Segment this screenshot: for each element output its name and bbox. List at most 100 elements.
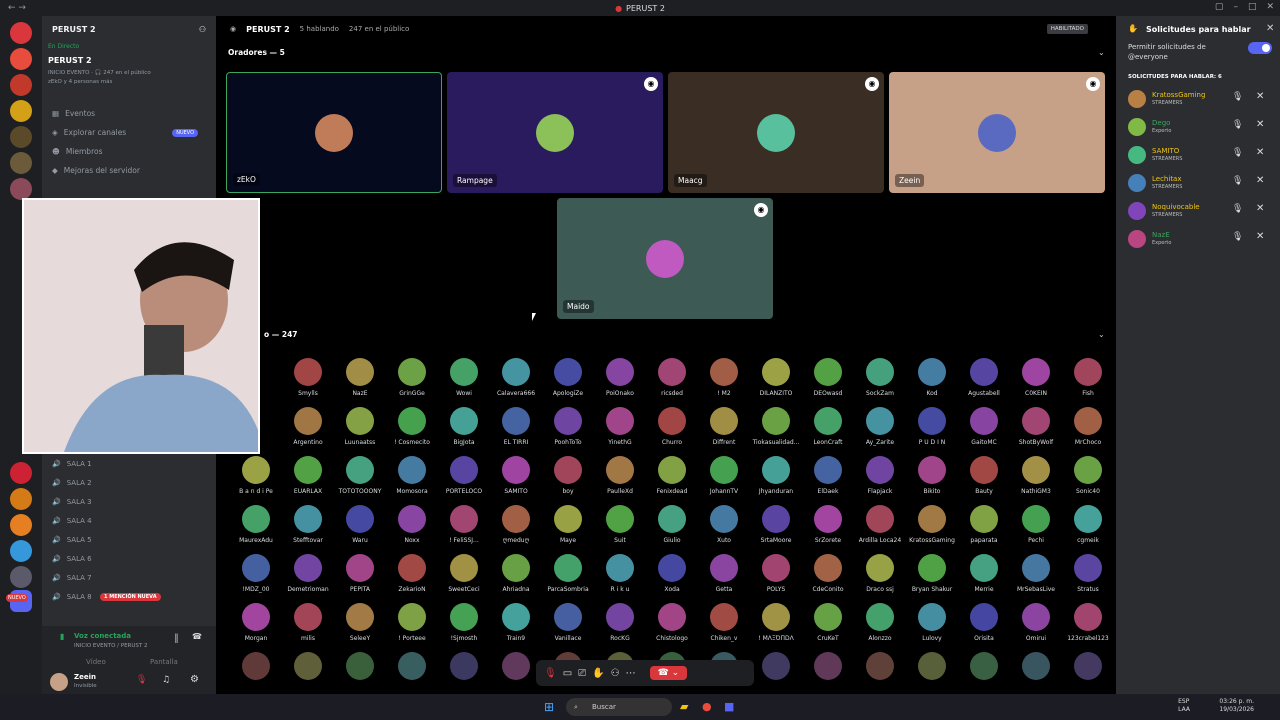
audience-member[interactable]: SAMITO (490, 456, 542, 495)
audience-member[interactable]: PoohToTo (542, 407, 594, 446)
dismiss-icon[interactable]: ✕ (1256, 147, 1264, 158)
screen-share-icon[interactable]: ⎚ (578, 668, 586, 679)
sala-channel[interactable]: 🔊 SALA 4 (52, 517, 92, 525)
invite-to-speak-icon[interactable]: 🎙 (1232, 120, 1243, 130)
settings-icon[interactable]: ⚙ (190, 674, 199, 685)
audience-member[interactable] (230, 652, 282, 680)
sala-channel[interactable]: 🔊 SALA 3 (52, 498, 92, 506)
dismiss-icon[interactable]: ✕ (1256, 203, 1264, 214)
mute-icon[interactable]: 🎙 (544, 668, 557, 679)
permit-toggle[interactable] (1248, 42, 1272, 54)
invite-to-speak-icon[interactable]: 🎙 (1232, 232, 1243, 242)
search-input[interactable]: ⌕ Buscar (566, 698, 672, 716)
dismiss-icon[interactable]: ✕ (1256, 91, 1264, 102)
audience-member[interactable]: Stefftovar (282, 505, 334, 544)
server-icon[interactable] (10, 488, 32, 510)
audience-member[interactable]: Train9 (490, 603, 542, 642)
audience-member[interactable]: Morgan (230, 603, 282, 642)
audience-member[interactable]: YinethG (594, 407, 646, 446)
sala-channel[interactable]: 🔊 SALA 2 (52, 479, 92, 487)
audience-member[interactable]: Chiken_v (698, 603, 750, 642)
audience-member[interactable]: Luunaatss (334, 407, 386, 446)
sala-channel[interactable]: 🔊 SALA 6 (52, 555, 92, 563)
audience-member[interactable]: Flapjack (854, 456, 906, 495)
server-icon[interactable] (10, 514, 32, 536)
server-icon[interactable] (10, 48, 32, 70)
sala-channel[interactable]: 🔊 SALA 7 (52, 574, 92, 582)
speaker-tile[interactable]: ◉ Zeein (889, 72, 1105, 193)
audience-member[interactable]: ღmeduღ (490, 505, 542, 544)
server-icon[interactable] (10, 74, 32, 96)
audience-member[interactable]: Smylls (282, 358, 334, 397)
folder-icon[interactable]: ▰ (680, 700, 688, 713)
audience-member[interactable]: DEOwasd (802, 358, 854, 397)
discord-icon[interactable]: ■ (724, 700, 734, 713)
server-header[interactable]: PERUST 2 ⚇ (42, 16, 216, 42)
audience-member[interactable]: Ahriadna (490, 554, 542, 593)
chevron-down-icon[interactable]: ⌄ (1098, 48, 1105, 57)
invite-to-speak-icon[interactable]: 🎙 (1232, 176, 1243, 186)
audience-member[interactable]: Argentino (282, 407, 334, 446)
audience-member[interactable]: cgmeik (1062, 505, 1114, 544)
close-icon[interactable]: ✕ (1266, 23, 1274, 34)
audience-member[interactable]: Wowi (438, 358, 490, 397)
audience-member[interactable] (958, 652, 1010, 680)
server-icon[interactable] (10, 462, 32, 484)
audience-member[interactable] (802, 652, 854, 680)
audience-member[interactable]: P U D Í N (906, 407, 958, 446)
dismiss-icon[interactable]: ✕ (1256, 175, 1264, 186)
audience-member[interactable]: NazE (334, 358, 386, 397)
audience-member[interactable]: MaurexAdu (230, 505, 282, 544)
menu-explore[interactable]: ◈ Explorar canales NUEVO (52, 128, 199, 137)
audience-member[interactable]: Draco ssj (854, 554, 906, 593)
audience-member[interactable]: milis (282, 603, 334, 642)
sala-channel[interactable]: 🔊 SALA 8 (52, 593, 92, 601)
audience-member[interactable]: Fish (1062, 358, 1114, 397)
audience-member[interactable]: !MDZ_00 (230, 554, 282, 593)
clock[interactable]: 03:26 p. m. 19/03/2026 (1219, 698, 1254, 714)
audience-member[interactable]: Kod (906, 358, 958, 397)
audience-member[interactable]: 123crabel123 (1062, 603, 1114, 642)
menu-boosts[interactable]: ◆ Mejoras del servidor (52, 166, 140, 175)
audience-member[interactable]: EL TIRRI (490, 407, 542, 446)
audience-member[interactable] (334, 652, 386, 680)
audience-member[interactable]: Waru (334, 505, 386, 544)
menu-events[interactable]: ▦ Eventos (52, 109, 95, 118)
audience-member[interactable]: Diffrent (698, 407, 750, 446)
audience-member[interactable]: Stratus (1062, 554, 1114, 593)
dismiss-icon[interactable]: ✕ (1256, 119, 1264, 130)
minimize-button[interactable]: – (1233, 2, 1238, 12)
speaker-tile[interactable]: ◉ Maido (557, 198, 773, 319)
dismiss-icon[interactable]: ✕ (1256, 231, 1264, 242)
audience-member[interactable]: Jhyanduran (750, 456, 802, 495)
maximize-button[interactable]: □ (1248, 2, 1257, 12)
audience-member[interactable]: RocKG (594, 603, 646, 642)
audience-member[interactable] (438, 652, 490, 680)
windows-icon[interactable]: ⊞ (544, 700, 554, 714)
audience-member[interactable] (854, 652, 906, 680)
server-icon[interactable] (10, 178, 32, 200)
audience-member[interactable]: CdeConito (802, 554, 854, 593)
audience-member[interactable]: SockZam (854, 358, 906, 397)
audience-member[interactable]: LeonCraft (802, 407, 854, 446)
audience-member[interactable]: GrinGGe (386, 358, 438, 397)
audience-member[interactable]: ! Porteee (386, 603, 438, 642)
speaker-tile[interactable]: ◉ Rampage (447, 72, 663, 193)
audience-member[interactable]: CruKeT (802, 603, 854, 642)
video-button[interactable]: Vídeo (86, 658, 106, 666)
audience-member[interactable]: Fenixdead (646, 456, 698, 495)
audience-member[interactable]: paparata (958, 505, 1010, 544)
audience-member[interactable]: Agustabell (958, 358, 1010, 397)
speaker-tile[interactable]: zEkO (226, 72, 442, 193)
audience-member[interactable]: Pechi (1010, 505, 1062, 544)
raise-hand-icon[interactable]: ✋ (592, 668, 604, 679)
server-icon[interactable] (10, 566, 32, 588)
audience-member[interactable]: BigJota (438, 407, 490, 446)
noise-icon[interactable]: ║ (174, 634, 179, 643)
audience-member[interactable]: EUARLAX (282, 456, 334, 495)
server-icon[interactable] (10, 540, 32, 562)
audience-member[interactable]: B a n d i Pe (230, 456, 282, 495)
audience-member[interactable]: Bauty (958, 456, 1010, 495)
audience-member[interactable]: PORTELOCO (438, 456, 490, 495)
more-icon[interactable]: ⋯ (626, 668, 636, 679)
